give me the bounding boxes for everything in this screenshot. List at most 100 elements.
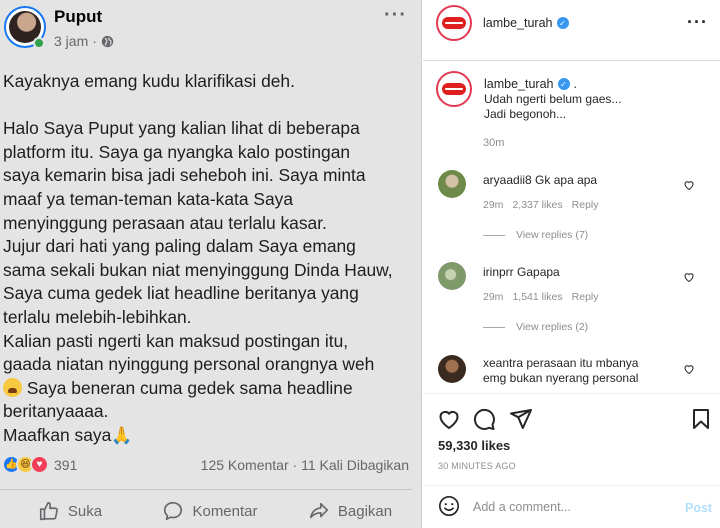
emoji-smiley-icon[interactable]	[438, 495, 460, 517]
comment-body-line: emg bukan nyerang personal	[483, 371, 639, 385]
comment-body: Gk apa apa	[535, 173, 598, 187]
commenter-username[interactable]: xeantra	[483, 356, 523, 370]
ig-divider	[423, 485, 720, 486]
post-meta: 3 jam ·	[54, 33, 114, 49]
heart-outline-icon[interactable]	[683, 363, 695, 375]
comment-button-label: Komentar	[192, 502, 258, 520]
engagement-summary: 125 Komentar · 11 Kali Dibagikan	[201, 457, 409, 473]
verified-badge-icon: ✓	[557, 78, 570, 90]
post-line: Halo Saya Puput yang kalian lihat di beb…	[3, 118, 360, 139]
commenter-avatar[interactable]	[438, 355, 466, 383]
view-replies-button[interactable]: View replies (7)	[483, 229, 588, 241]
post-line: Jujur dari hati yang paling dalam Saya e…	[3, 236, 356, 257]
add-comment-input[interactable]	[473, 497, 673, 517]
like-button-label: Suka	[67, 502, 103, 520]
post-last-line: Maafkan saya	[3, 424, 112, 445]
caption-username-row: lambe_turah ✓ .	[484, 77, 577, 91]
comment-likes[interactable]: 2,337 likes	[512, 199, 562, 211]
comment-reply-button[interactable]: Reply	[572, 199, 599, 211]
like-button[interactable]: Suka	[0, 496, 140, 526]
comment-time: 29m	[483, 199, 504, 211]
author-name[interactable]: Puput	[54, 7, 102, 27]
view-replies-button[interactable]: View replies (2)	[483, 321, 588, 333]
online-status-dot	[33, 37, 45, 49]
view-replies-label: View replies (7)	[516, 229, 589, 241]
ig-divider	[423, 393, 720, 394]
bookmark-icon[interactable]	[689, 407, 713, 431]
thumbs-up-icon	[39, 501, 58, 521]
reaction-summary[interactable]: 👍 😆 ♥ 391	[2, 455, 77, 474]
comment-time: 29m	[483, 291, 504, 303]
post-line: saya kemarin bisa jadi seheboh ini. Saya…	[3, 165, 366, 186]
post-header: Puput 3 jam · ···	[0, 0, 422, 62]
post-body: Kayaknya emang kudu klarifikasi deh. Hal…	[3, 70, 413, 448]
post-time[interactable]: 3 jam	[54, 33, 88, 49]
commenter-username[interactable]: irinprr	[483, 265, 514, 279]
post-line: Kayaknya emang kudu klarifikasi deh.	[3, 71, 295, 91]
ig-more-options-icon[interactable]: ···	[687, 12, 708, 33]
ig-action-bar	[423, 404, 720, 434]
post-line: Saya cuma gedek liat headline beritanya …	[3, 283, 359, 304]
post-actions: Suka Komentar Bagikan	[0, 496, 420, 526]
post-comment-button[interactable]: Post	[685, 501, 712, 515]
heart-outline-icon[interactable]	[683, 271, 695, 283]
crying-face-emoji-icon	[3, 377, 22, 397]
meta-separator: ·	[92, 33, 97, 49]
globe-icon	[101, 35, 114, 47]
caption-time: 30m	[483, 137, 505, 149]
comment-button[interactable]: Komentar	[140, 496, 280, 526]
post-line: beritanyaaaa.	[3, 401, 109, 422]
post-line: sama sekali bukan niat menyinggung Dinda…	[3, 259, 393, 280]
caption-suffix: .	[573, 77, 577, 91]
share-arrow-icon	[309, 502, 328, 519]
comment-reply-button[interactable]: Reply	[572, 291, 599, 303]
view-replies-label: View replies (2)	[516, 321, 589, 333]
post-line-emoji-tail: Saya beneran cuma gedek sama headline	[22, 377, 353, 398]
share-send-icon[interactable]	[509, 407, 533, 431]
praying-hands-emoji-icon: 🙏	[111, 425, 133, 445]
instagram-post: lambe_turah ✓ ··· lambe_turah ✓ . Udah n…	[423, 0, 720, 528]
comment-text: xeantra perasaan itu mbanya emg bukan ny…	[483, 356, 683, 388]
caption-line: Udah ngerti belum gaes...	[484, 92, 622, 106]
heart-outline-icon[interactable]	[683, 179, 695, 191]
caption-line: Jadi begonoh...	[484, 107, 567, 121]
comment-text: irinprr Gapapa	[483, 265, 683, 280]
comment-bubble-icon	[164, 501, 183, 521]
add-comment-bar: Post	[423, 490, 720, 524]
comment-meta: 29m 2,337 likes Reply	[483, 199, 599, 211]
post-line: terlalu melebih-lebihkan.	[3, 306, 192, 327]
ig-username-header[interactable]: lambe_turah ✓	[483, 16, 569, 30]
comment-icon[interactable]	[472, 407, 496, 431]
engagement-separator: ·	[288, 457, 302, 473]
heart-like-icon[interactable]	[437, 407, 461, 431]
share-button-label: Bagikan	[337, 502, 393, 520]
comment-body: Gapapa	[517, 265, 560, 279]
share-count-link[interactable]: 11 Kali Dibagikan	[301, 457, 409, 473]
post-line: menyinggung perasaan atau terlalu kasar.	[3, 212, 327, 233]
ig-post-time: 30 MINUTES AGO	[438, 461, 516, 471]
comment-count-link[interactable]: 125 Komentar	[201, 457, 289, 473]
comment-meta: 29m 1,541 likes Reply	[483, 291, 599, 303]
ig-like-count[interactable]: 59,330 likes	[438, 438, 510, 453]
post-line: Saya beneran cuma gedek sama headline	[3, 377, 413, 401]
commenter-avatar[interactable]	[438, 170, 466, 198]
caption-username[interactable]: lambe_turah	[484, 77, 554, 91]
comment-item: xeantra perasaan itu mbanya emg bukan ny…	[423, 354, 720, 388]
more-options-icon[interactable]: ···	[384, 4, 407, 27]
reaction-count: 391	[54, 456, 78, 473]
post-line: maaf ya teman-teman kata-kata Saya	[3, 188, 293, 209]
replies-line	[483, 326, 505, 328]
commenter-avatar[interactable]	[438, 262, 466, 290]
ig-username: lambe_turah	[483, 16, 553, 30]
facebook-post: Puput 3 jam · ··· Kayaknya emang kudu kl…	[0, 0, 422, 528]
post-line: gaada niatan nyinggung personal orangnya…	[3, 354, 375, 375]
replies-line	[483, 234, 505, 236]
ig-author-avatar[interactable]	[436, 5, 472, 41]
caption-avatar[interactable]	[436, 71, 472, 107]
share-button[interactable]: Bagikan	[280, 496, 420, 526]
commenter-username[interactable]: aryaadii8	[483, 173, 532, 187]
comment-text: aryaadii8 Gk apa apa	[483, 173, 683, 188]
lips-logo-icon	[442, 83, 466, 95]
post-line: platform itu. Saya ga nyangka kalo posti…	[3, 141, 351, 162]
comment-likes[interactable]: 1,541 likes	[512, 291, 562, 303]
